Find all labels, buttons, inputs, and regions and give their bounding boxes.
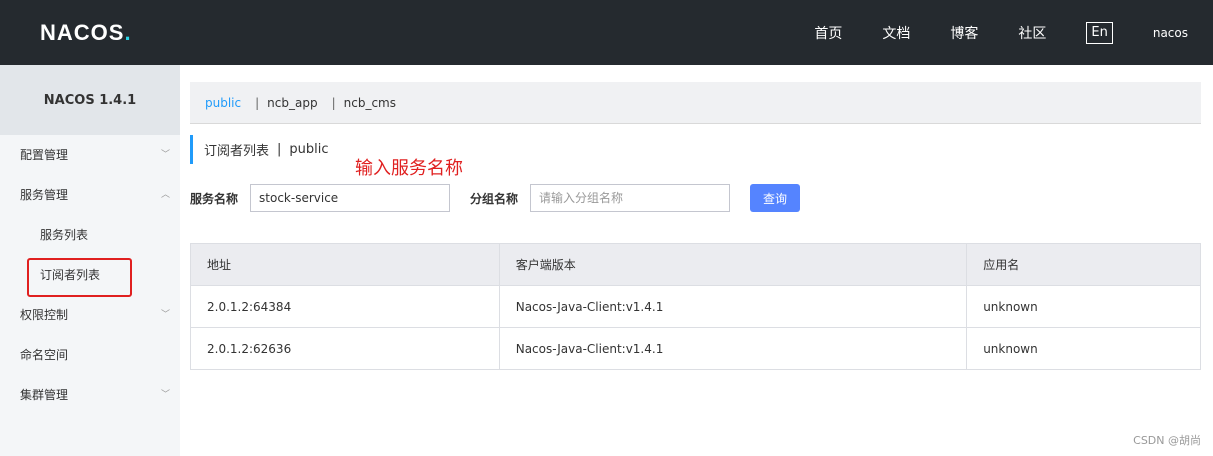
title-separator: | (277, 142, 282, 157)
sidebar-item-label: 服务管理 (20, 188, 69, 202)
main-content: public | ncb_app | ncb_cms 订阅者列表 | publi… (190, 65, 1201, 456)
cell-client-version: Nacos-Java-Client:v1.4.1 (498, 327, 968, 370)
table-row: 2.0.1.2:62636 Nacos-Java-Client:v1.4.1 u… (190, 327, 1201, 370)
sidebar-item-service-management[interactable]: 服务管理 ︿ (0, 175, 180, 215)
sidebar-item-service-list[interactable]: 服务列表 (0, 215, 180, 255)
version-label: NACOS 1.4.1 (0, 65, 180, 135)
watermark: CSDN @胡尚 (1133, 434, 1201, 447)
search-form: 服务名称 分组名称 查询 (190, 184, 801, 212)
sidebar-item-subscriber-list[interactable]: 订阅者列表 (0, 255, 180, 295)
page-title-namespace: public (289, 142, 329, 157)
group-name-input[interactable] (530, 184, 731, 212)
top-header: NACOS. 首页 文档 博客 社区 En nacos (0, 0, 1213, 65)
table-header-row: 地址 客户端版本 应用名 (190, 243, 1201, 286)
nav-community[interactable]: 社区 (1018, 23, 1046, 43)
service-name-label: 服务名称 (190, 191, 239, 206)
column-header-address: 地址 (190, 243, 500, 286)
sidebar-item-namespace[interactable]: 命名空间 (0, 335, 180, 375)
cell-client-version: Nacos-Java-Client:v1.4.1 (498, 285, 968, 328)
sidebar-item-label: 命名空间 (20, 348, 69, 362)
sidebar-item-label: 集群管理 (20, 388, 69, 402)
subscriber-table: 地址 客户端版本 应用名 2.0.1.2:64384 Nacos-Java-Cl… (190, 243, 1201, 370)
page-title-text: 订阅者列表 (204, 144, 270, 159)
namespace-tab-public[interactable]: public (205, 96, 241, 110)
column-header-app-name: 应用名 (966, 243, 1201, 286)
sidebar: NACOS 1.4.1 配置管理 ﹀ 服务管理 ︿ 服务列表 订阅者列表 权限控… (0, 65, 180, 456)
namespace-tab-ncb-app[interactable]: ncb_app (267, 96, 317, 110)
table-row: 2.0.1.2:64384 Nacos-Java-Client:v1.4.1 u… (190, 285, 1201, 328)
namespace-divider: | (255, 95, 260, 110)
sidebar-item-cluster-management[interactable]: 集群管理 ﹀ (0, 375, 180, 415)
top-nav: 首页 文档 博客 社区 En nacos (814, 0, 1213, 65)
sidebar-item-label: 服务列表 (40, 228, 89, 242)
language-switch-button[interactable]: En (1086, 21, 1113, 44)
chevron-down-icon: ﹀ (160, 390, 170, 400)
cell-app-name: unknown (966, 327, 1201, 370)
nacos-logo[interactable]: NACOS. (40, 20, 132, 46)
sidebar-item-label: 配置管理 (20, 148, 69, 162)
sidebar-item-config-management[interactable]: 配置管理 ﹀ (0, 135, 180, 175)
cell-address: 2.0.1.2:64384 (190, 285, 500, 328)
cell-app-name: unknown (966, 285, 1201, 328)
chevron-down-icon: ﹀ (160, 150, 170, 160)
query-button[interactable]: 查询 (750, 184, 801, 212)
namespace-divider: | (331, 95, 336, 110)
nav-home[interactable]: 首页 (814, 23, 842, 43)
nav-blog[interactable]: 博客 (950, 23, 978, 43)
logo-text: NACOS (40, 20, 125, 45)
namespace-bar: public | ncb_app | ncb_cms (190, 82, 1201, 124)
logo-dot: . (124, 20, 132, 45)
sidebar-item-label: 订阅者列表 (40, 268, 101, 282)
user-name[interactable]: nacos (1153, 26, 1188, 40)
service-name-input[interactable] (250, 184, 451, 212)
sidebar-item-label: 权限控制 (20, 308, 69, 322)
chevron-up-icon: ︿ (160, 190, 170, 200)
cell-address: 2.0.1.2:62636 (190, 327, 500, 370)
page-title: 订阅者列表 | public (190, 135, 329, 164)
column-header-client-version: 客户端版本 (498, 243, 968, 286)
group-name-label: 分组名称 (470, 191, 519, 206)
namespace-tab-ncb-cms[interactable]: ncb_cms (344, 96, 396, 110)
chevron-down-icon: ﹀ (160, 310, 170, 320)
sidebar-item-access-control[interactable]: 权限控制 ﹀ (0, 295, 180, 335)
nav-docs[interactable]: 文档 (882, 23, 910, 43)
annotation-text: 输入服务名称 (355, 158, 463, 179)
